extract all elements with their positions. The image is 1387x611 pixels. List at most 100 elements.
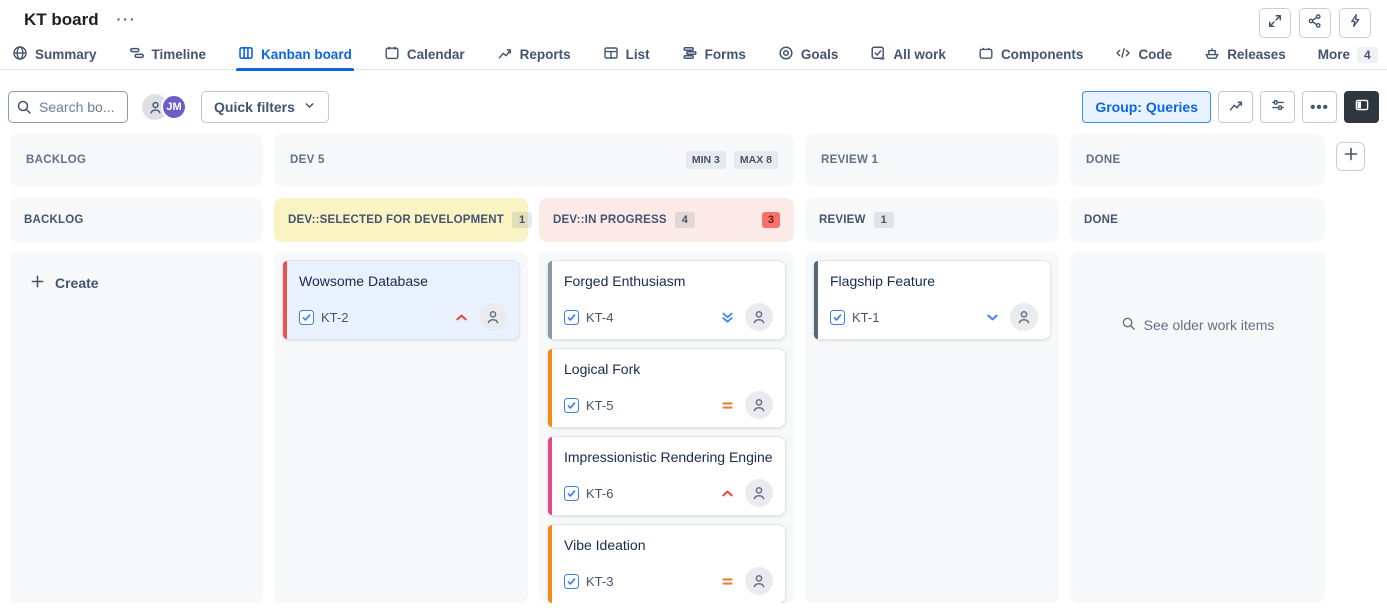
column-max-badge: MAX 8 <box>734 151 778 169</box>
card-title: Forged Enthusiasm <box>564 271 773 291</box>
see-older-work-items-button[interactable]: See older work items <box>1078 316 1317 334</box>
tab-label: Code <box>1138 47 1172 62</box>
board-layout-icon <box>1354 97 1370 118</box>
code-icon <box>1115 45 1131 64</box>
create-work-item-button[interactable]: Create <box>18 260 255 306</box>
tab-forms[interactable]: Forms <box>680 40 748 70</box>
group-header-review: REVIEW 1 <box>805 134 1059 186</box>
page-title: KT board <box>24 8 99 32</box>
card-kt-1[interactable]: Flagship Feature KT-1 <box>813 260 1051 340</box>
insights-button[interactable] <box>1218 91 1253 123</box>
column-body-review: Flagship Feature KT-1 <box>805 252 1059 603</box>
card-key: KT-5 <box>586 398 613 413</box>
card-kt-2[interactable]: Wowsome Database KT-2 <box>282 260 520 340</box>
table-icon <box>603 45 619 64</box>
group-by-button[interactable]: Group: Queries <box>1082 91 1211 123</box>
tab-calendar[interactable]: Calendar <box>382 40 467 70</box>
epic-color-stripe <box>548 349 552 427</box>
add-column-button[interactable] <box>1336 142 1365 171</box>
column-title: DEV::IN PROGRESS <box>553 214 667 226</box>
task-type-icon <box>564 398 579 413</box>
quick-filters-label: Quick filters <box>214 99 295 115</box>
assignee-avatar[interactable] <box>745 479 773 507</box>
assignee-avatar[interactable] <box>1010 303 1038 331</box>
card-kt-3[interactable]: Vibe Ideation KT-3 <box>547 524 786 603</box>
timeline-icon <box>129 45 145 64</box>
more-count-badge: 4 <box>1357 47 1378 63</box>
checkbox-icon <box>870 45 886 64</box>
tab-list[interactable]: List <box>601 40 652 70</box>
tab-label: Releases <box>1227 47 1286 62</box>
priority-medium-icon <box>720 398 735 413</box>
tab-components[interactable]: Components <box>976 40 1086 70</box>
task-type-icon <box>564 486 579 501</box>
epic-color-stripe <box>548 525 552 603</box>
column-header-backlog: BACKLOG <box>10 198 263 242</box>
priority-high-icon <box>720 486 735 501</box>
tab-label: List <box>626 47 650 62</box>
column-dev-selected: DEV::SELECTED FOR DEVELOPMENT 1 2 Wowsom… <box>274 198 528 603</box>
quick-filters-button[interactable]: Quick filters <box>201 91 329 123</box>
group-title: REVIEW 1 <box>821 154 878 166</box>
column-min-badge: MIN 3 <box>686 151 726 169</box>
board-layout-toggle[interactable] <box>1344 91 1379 123</box>
tab-timeline[interactable]: Timeline <box>127 40 209 70</box>
search-icon <box>1121 316 1136 334</box>
tab-goals[interactable]: Goals <box>776 40 841 70</box>
create-label: Create <box>55 275 99 291</box>
assignee-avatar[interactable] <box>745 567 773 595</box>
card-title: Wowsome Database <box>299 271 507 291</box>
epic-color-stripe <box>814 261 818 339</box>
chevron-down-icon <box>303 99 316 115</box>
tab-label: Goals <box>801 47 839 62</box>
column-body-dev-in-progress: Forged Enthusiasm KT-4 Logical Fork <box>539 252 794 603</box>
column-body-done: See older work items <box>1070 252 1325 603</box>
tab-summary[interactable]: Summary <box>10 40 99 70</box>
card-kt-6[interactable]: Impressionistic Rendering Engine KT-6 <box>547 436 786 516</box>
assignee-avatar[interactable] <box>745 303 773 331</box>
card-key: KT-3 <box>586 574 613 589</box>
epic-color-stripe <box>548 437 552 515</box>
board-overflow-menu[interactable]: ··· <box>117 8 137 30</box>
tab-all-work[interactable]: All work <box>868 40 948 70</box>
tab-reports[interactable]: Reports <box>495 40 573 70</box>
trend-chart-icon <box>497 45 513 64</box>
see-older-label: See older work items <box>1144 317 1275 333</box>
column-title: DEV::SELECTED FOR DEVELOPMENT <box>288 214 504 226</box>
board-header: KT board ··· <box>0 0 1387 40</box>
share-button[interactable] <box>1299 8 1331 38</box>
tab-releases[interactable]: Releases <box>1202 40 1288 70</box>
task-type-icon <box>564 310 579 325</box>
calendar-icon <box>384 45 400 64</box>
group-title: BACKLOG <box>26 154 86 166</box>
group-title: DEV 5 <box>290 154 325 166</box>
expand-icon <box>1267 13 1283 34</box>
more-options-button[interactable]: ••• <box>1302 91 1337 123</box>
column-title: REVIEW <box>819 214 866 226</box>
column-group-done: DONE DONE See older work items <box>1070 134 1325 603</box>
group-title: DONE <box>1086 154 1120 166</box>
tab-code[interactable]: Code <box>1113 40 1174 70</box>
column-header-review: REVIEW 1 <box>805 198 1059 242</box>
card-kt-4[interactable]: Forged Enthusiasm KT-4 <box>547 260 786 340</box>
view-settings-button[interactable] <box>1260 91 1295 123</box>
components-icon <box>978 45 994 64</box>
assignee-avatar[interactable] <box>745 391 773 419</box>
epic-color-stripe <box>548 261 552 339</box>
column-group-dev: DEV 5 MIN 3 MAX 8 DEV::SELECTED FOR DEVE… <box>274 134 794 603</box>
user-avatar[interactable]: JM <box>161 94 187 120</box>
column-header-dev-selected: DEV::SELECTED FOR DEVELOPMENT 1 2 <box>274 198 528 242</box>
automation-button[interactable] <box>1339 8 1371 38</box>
card-title: Impressionistic Rendering Engine <box>564 447 773 467</box>
card-key: KT-2 <box>321 310 348 325</box>
forms-icon <box>682 45 698 64</box>
card-title: Vibe Ideation <box>564 535 773 555</box>
tab-more[interactable]: More 4 <box>1316 40 1380 70</box>
tab-label: All work <box>893 47 946 62</box>
group-header-backlog: BACKLOG <box>10 134 263 186</box>
assignee-avatar[interactable] <box>479 303 507 331</box>
tab-kanban-board[interactable]: Kanban board <box>236 40 354 70</box>
fullscreen-button[interactable] <box>1259 8 1291 38</box>
ship-icon <box>1204 45 1220 64</box>
card-kt-5[interactable]: Logical Fork KT-5 <box>547 348 786 428</box>
